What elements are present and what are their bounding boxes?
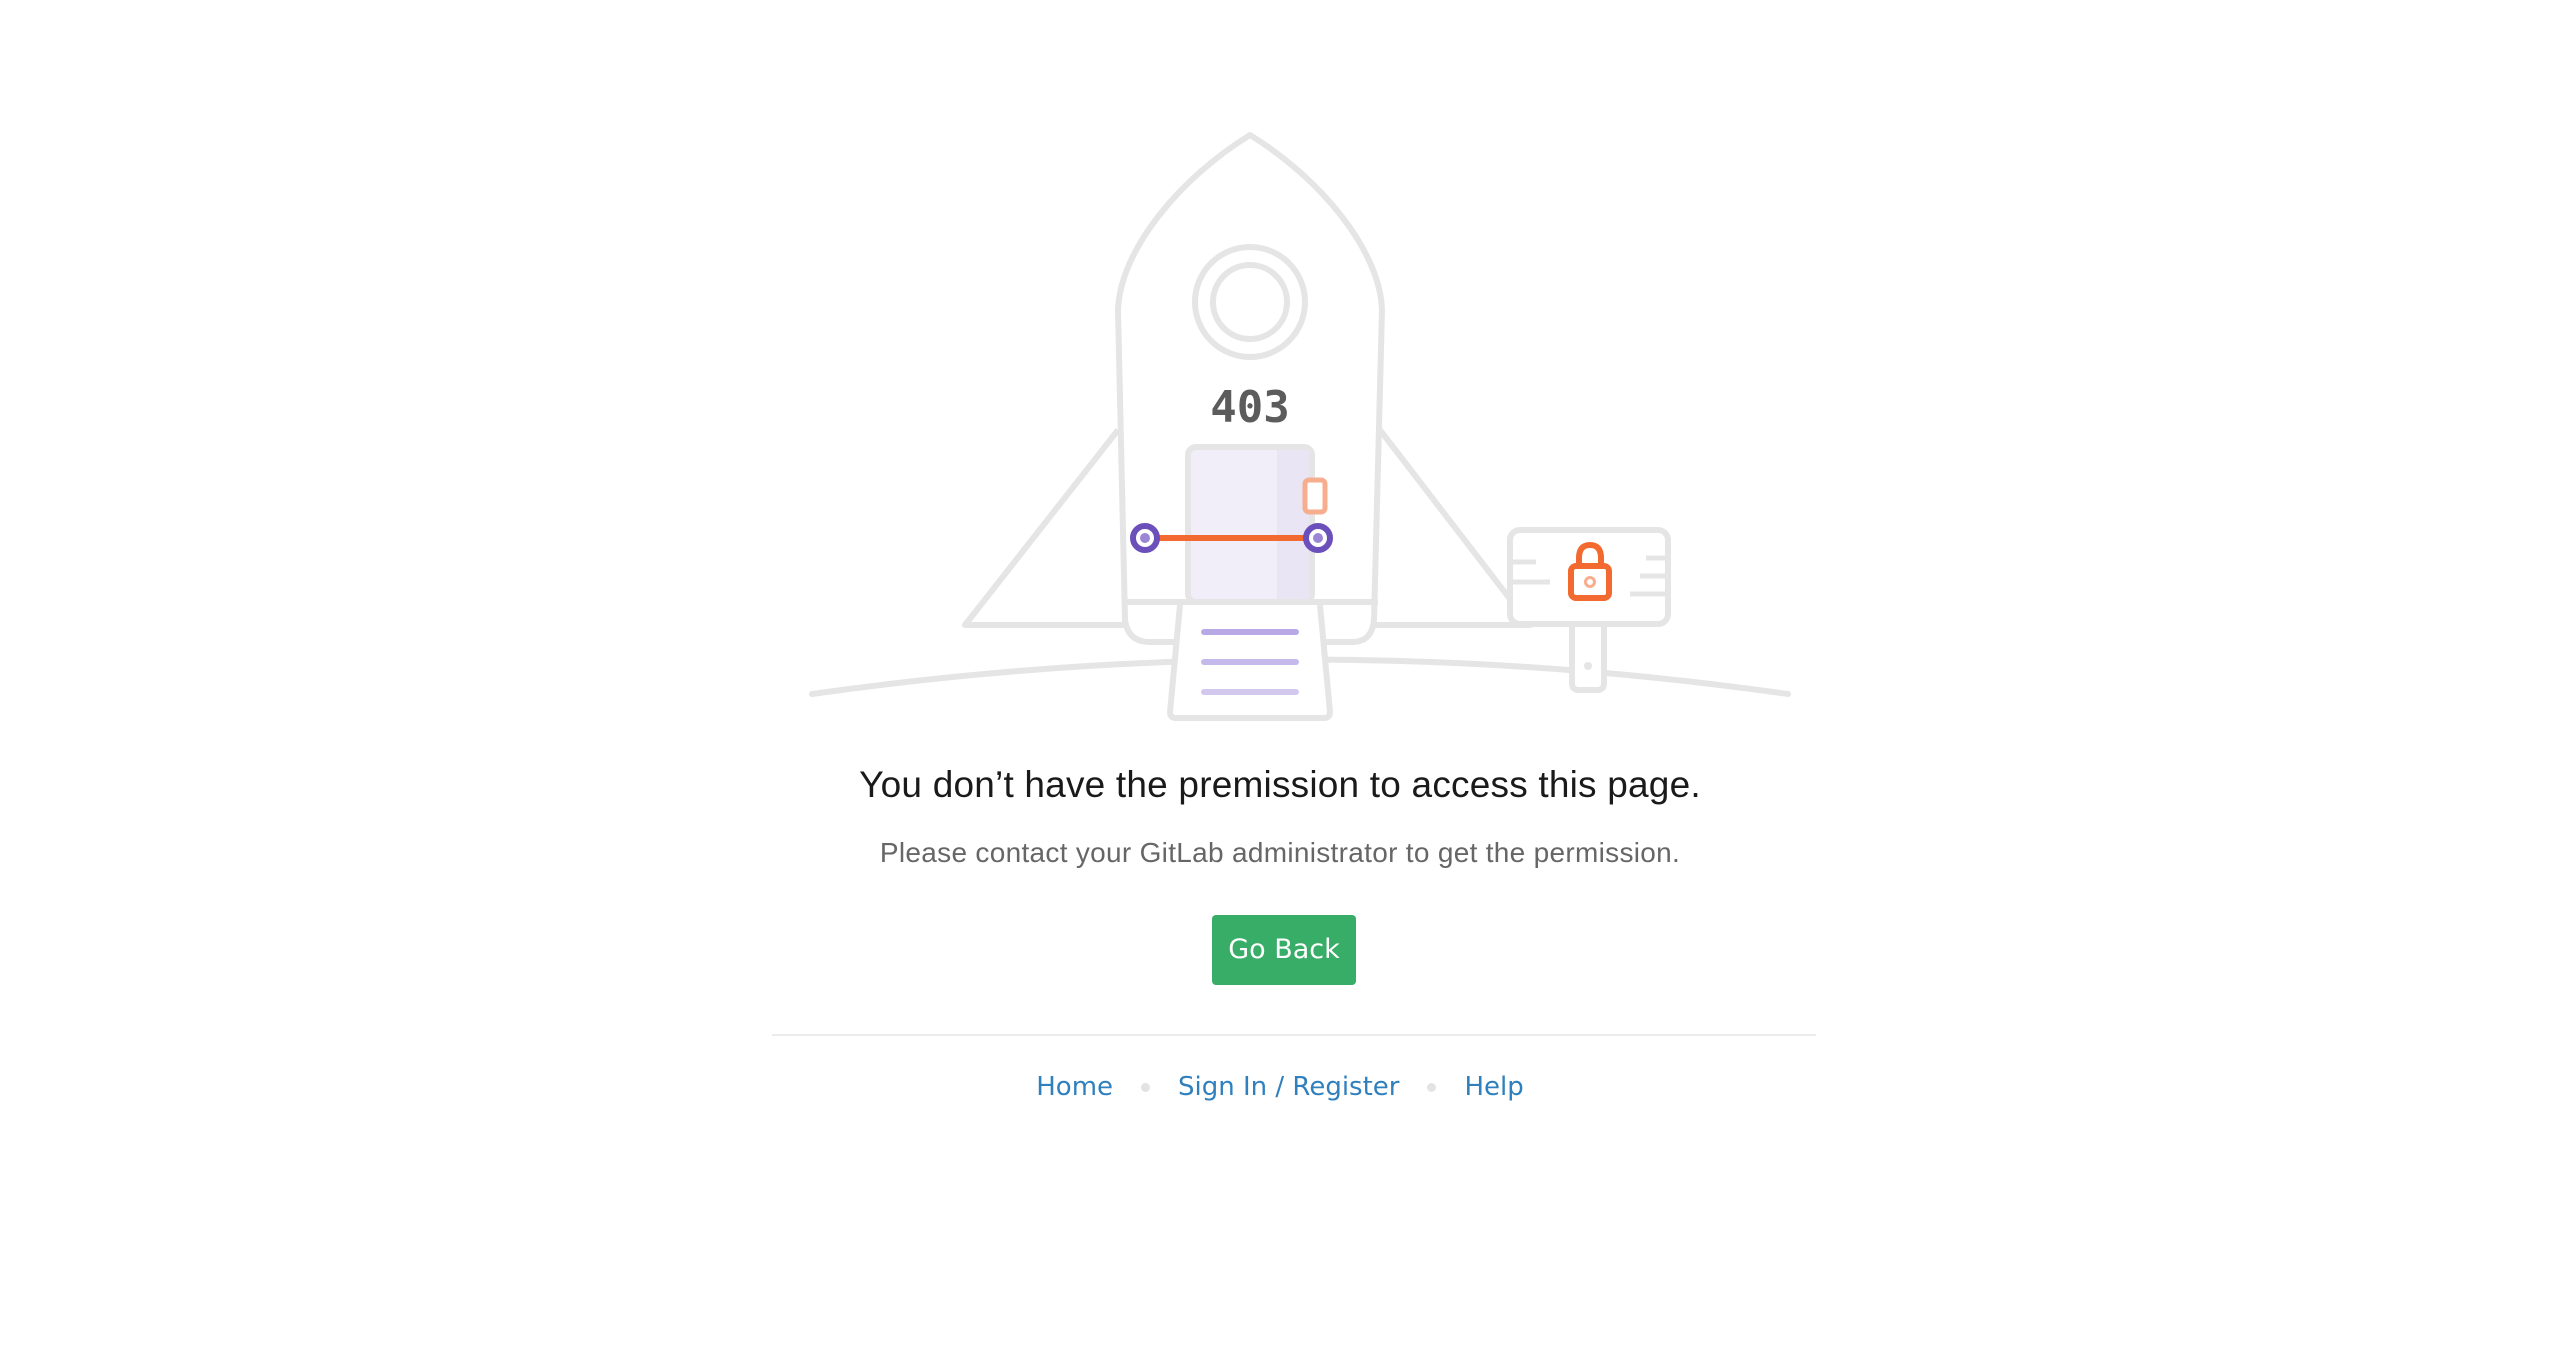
rocket-left-node-dot [1140,533,1150,543]
error-headline: You don’t have the premission to access … [859,764,1701,805]
error-code: 403 [1210,382,1289,433]
rocket-right-fin [1365,428,1533,628]
footer-divider [772,1034,1816,1036]
rocket-right-node-dot [1313,533,1323,543]
rocket-illustration: 403 [809,132,1791,721]
rocket-porthole-inner [1210,262,1290,342]
footer-link-help[interactable]: Help [1464,1072,1523,1102]
footer-link-home[interactable]: Home [1036,1072,1113,1102]
error-subtext: Please contact your GitLab administrator… [879,837,1681,868]
footer-separator-dot [1427,1082,1437,1092]
footer-separator-dot [1141,1082,1151,1092]
rocket-left-fin [962,428,1130,628]
footer-link-sign-in-register[interactable]: Sign In / Register [1178,1072,1399,1102]
rocket-indicator [1302,477,1328,515]
go-back-button[interactable]: Go Back [1212,915,1356,985]
rocket-door-shade [1277,450,1309,600]
sign-post [1569,617,1607,693]
error-page: 403 You don’t have the premission to acc… [0,0,2560,1360]
sign-post-bolt [1584,662,1592,670]
footer-nav: Home Sign In / Register Help [0,1072,2560,1102]
